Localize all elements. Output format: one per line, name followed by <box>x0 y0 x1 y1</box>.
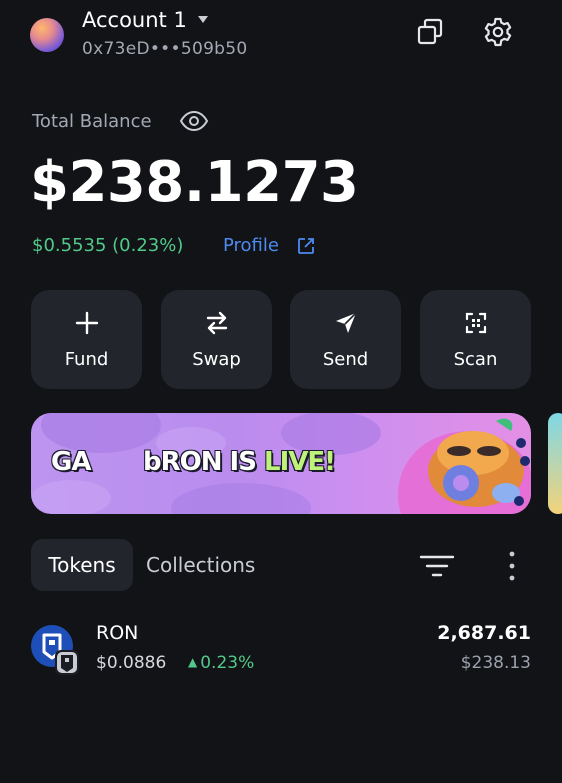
filter-icon[interactable] <box>419 553 455 579</box>
settings-button[interactable] <box>482 16 514 48</box>
gear-icon <box>484 17 512 47</box>
token-change: ▲ 0.23% <box>188 653 255 673</box>
promo-banner[interactable]: GA bRON IS LIVE! <box>31 413 531 514</box>
scan-icon <box>465 312 486 334</box>
chevron-down-icon[interactable] <box>198 16 208 24</box>
account-avatar[interactable] <box>30 18 64 52</box>
account-header: Account 1 0x73eD•••509b50 <box>0 0 562 80</box>
total-balance-label: Total Balance <box>32 111 152 132</box>
total-balance-value: $238.1273 <box>30 150 359 215</box>
banner-logo: GA <box>51 447 91 477</box>
banner-title: bRON IS LIVE! <box>143 447 336 477</box>
tab-collections[interactable]: Collections <box>146 539 255 591</box>
ron-token-icon <box>31 625 79 675</box>
wallet-screen: Account 1 0x73eD•••509b50 Total Balance … <box>0 0 562 783</box>
swap-label: Swap <box>192 349 241 370</box>
profile-link[interactable]: Profile <box>223 235 279 256</box>
send-label: Send <box>322 349 369 370</box>
next-banner-peek[interactable] <box>548 413 562 514</box>
send-button[interactable]: Send <box>290 290 401 389</box>
plus-icon <box>75 311 98 335</box>
token-value: $238.13 <box>460 653 531 673</box>
send-icon <box>335 312 357 333</box>
raccoon-mascot-image <box>398 418 531 514</box>
more-options-icon[interactable] <box>503 549 521 583</box>
scan-label: Scan <box>453 349 498 370</box>
up-triangle-icon: ▲ <box>188 655 198 669</box>
tab-tokens[interactable]: Tokens <box>31 539 133 591</box>
account-name[interactable]: Account 1 <box>82 8 187 32</box>
fund-label: Fund <box>64 349 109 370</box>
copy-button[interactable] <box>414 16 446 48</box>
copy-icon <box>417 18 443 45</box>
token-price: $0.0886 <box>96 653 167 673</box>
token-row[interactable]: RON $0.0886 ▲ 0.23% 2,687.61 $238.13 <box>0 612 562 688</box>
token-symbol: RON <box>96 622 139 644</box>
fund-button[interactable]: Fund <box>31 290 142 389</box>
eye-icon[interactable] <box>179 109 209 133</box>
account-address[interactable]: 0x73eD•••509b50 <box>82 39 248 59</box>
scan-button[interactable]: Scan <box>420 290 531 389</box>
swap-icon <box>206 311 227 335</box>
external-link-icon[interactable] <box>296 236 316 256</box>
swap-button[interactable]: Swap <box>161 290 272 389</box>
balance-change: $0.5535 (0.23%) <box>32 235 184 256</box>
token-amount: 2,687.61 <box>437 622 531 644</box>
